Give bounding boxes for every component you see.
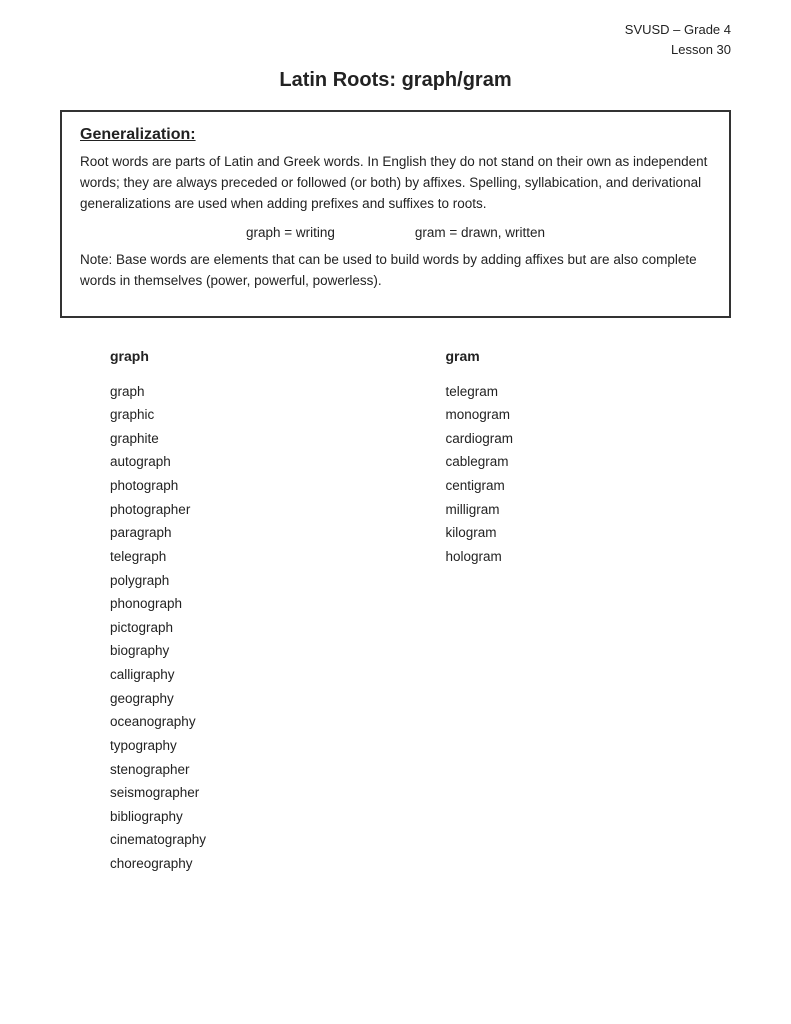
list-item: graphite (110, 427, 396, 451)
list-item: autograph (110, 450, 396, 474)
note-text: Note: Base words are elements that can b… (80, 250, 711, 292)
list-item: photographer (110, 498, 396, 522)
list-item: kilogram (446, 521, 732, 545)
generalization-heading: Generalization: (80, 126, 711, 144)
header-line1: SVUSD – Grade 4 (625, 22, 731, 37)
header-line2: Lesson 30 (671, 42, 731, 57)
list-item: stenographer (110, 758, 396, 782)
list-item: pictograph (110, 616, 396, 640)
equation-right: gram = drawn, written (415, 225, 545, 240)
list-item: oceanography (110, 710, 396, 734)
gram-column: gram telegrammonogramcardiogramcablegram… (396, 348, 732, 876)
list-item: phonograph (110, 592, 396, 616)
list-item: milligram (446, 498, 732, 522)
list-item: monogram (446, 403, 732, 427)
list-item: polygraph (110, 569, 396, 593)
equation-left: graph = writing (246, 225, 335, 240)
list-item: telegram (446, 380, 732, 404)
list-item: seismographer (110, 781, 396, 805)
list-item: cablegram (446, 450, 732, 474)
list-item: cinematography (110, 828, 396, 852)
list-item: centigram (446, 474, 732, 498)
graph-column-header: graph (110, 348, 396, 364)
list-item: paragraph (110, 521, 396, 545)
list-item: calligraphy (110, 663, 396, 687)
generalization-body: Root words are parts of Latin and Greek … (80, 152, 711, 215)
list-item: photograph (110, 474, 396, 498)
list-item: typography (110, 734, 396, 758)
list-item: biography (110, 639, 396, 663)
equation-row: graph = writing gram = drawn, written (80, 225, 711, 240)
list-item: choreography (110, 852, 396, 876)
list-item: hologram (446, 545, 732, 569)
list-item: bibliography (110, 805, 396, 829)
list-item: graphic (110, 403, 396, 427)
gram-column-header: gram (446, 348, 732, 364)
graph-column: graph graphgraphicgraphiteautographphoto… (60, 348, 396, 876)
graph-word-list: graphgraphicgraphiteautographphotographp… (110, 380, 396, 876)
list-item: cardiogram (446, 427, 732, 451)
list-item: graph (110, 380, 396, 404)
list-item: geography (110, 687, 396, 711)
word-columns: graph graphgraphicgraphiteautographphoto… (60, 348, 731, 876)
list-item: telegraph (110, 545, 396, 569)
page-title: Latin Roots: graph/gram (60, 69, 731, 92)
generalization-box: Generalization: Root words are parts of … (60, 110, 731, 318)
gram-word-list: telegrammonogramcardiogramcablegramcenti… (446, 380, 732, 569)
header-info: SVUSD – Grade 4 Lesson 30 (60, 20, 731, 59)
